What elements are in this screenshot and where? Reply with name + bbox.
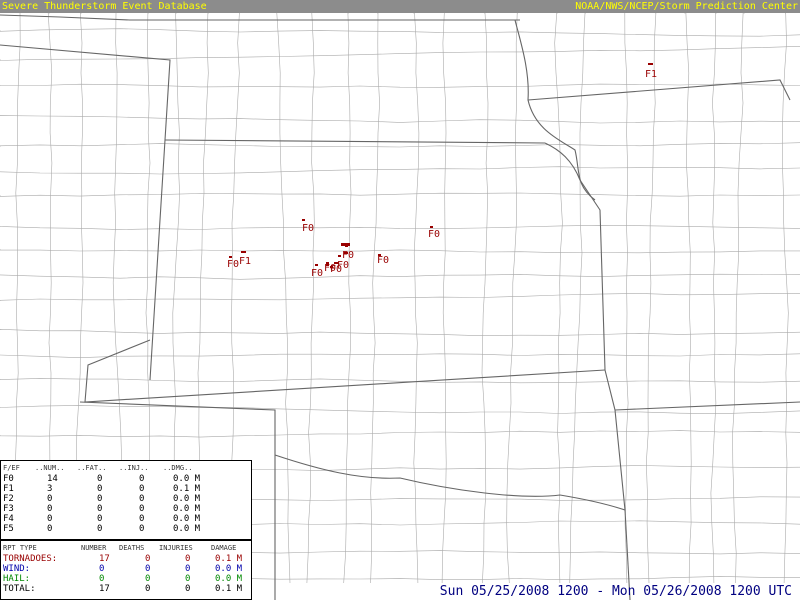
report-summary-table: RPT TYPE NUMBER DEATHS INJURIES DAMAGE T… <box>0 540 252 600</box>
stats-cell-inj: 0 <box>139 484 145 494</box>
summary-cell-type: TORNADOES: <box>3 554 58 564</box>
fujita-stats-table: F/EF ..NUM.. ..FAT.. ..INJ.. ..DMG.. F0 1… <box>0 460 252 540</box>
summary-cell-number: 0 <box>99 574 105 584</box>
tornado-track-mark <box>302 219 305 221</box>
summary-cell-injuries: 0 <box>185 574 191 584</box>
tornado-label: F0 <box>227 259 239 270</box>
tornado-track-mark <box>338 255 341 257</box>
tornado-track-mark <box>648 63 653 65</box>
summary-cell-injuries: 0 <box>185 584 191 594</box>
title-bar: Severe Thunderstorm Event Database NOAA/… <box>0 0 800 13</box>
summary-header-number: NUMBER <box>81 544 107 552</box>
stats-row: F3 0 0 0 0.0 M <box>1 504 251 514</box>
stats-cell-num: 0 <box>47 514 53 524</box>
stats-row: F1 3 0 0 0.1 M <box>1 484 251 494</box>
database-title: Severe Thunderstorm Event Database <box>2 1 207 12</box>
summary-cell-damage: 0.0 M <box>215 574 243 584</box>
summary-cell-type: HAIL: <box>3 574 31 584</box>
stats-cell-fat: 0 <box>97 494 103 504</box>
tornado-label: F1 <box>239 256 251 267</box>
summary-cell-type: TOTAL: <box>3 584 36 594</box>
stats-cell-dmg: 0.1 M <box>173 484 201 494</box>
stats-cell-fat: 0 <box>97 514 103 524</box>
summary-cell-injuries: 0 <box>185 554 191 564</box>
stats-cell-num: 0 <box>47 504 53 514</box>
stats-row: F4 0 0 0 0.0 M <box>1 514 251 524</box>
tornado-track-mark <box>430 226 433 228</box>
summary-header-deaths: DEATHS <box>119 544 145 552</box>
stats-cell-num: 3 <box>47 484 53 494</box>
stats-cell-fat: 0 <box>97 524 103 534</box>
summary-cell-deaths: 0 <box>145 574 151 584</box>
agency-title: NOAA/NWS/NCEP/Storm Prediction Center <box>575 1 798 12</box>
stats-cell-scale: F3 <box>3 504 14 514</box>
summary-cell-deaths: 0 <box>145 554 151 564</box>
tornado-label: F0 <box>377 255 389 266</box>
tornado-track-mark <box>241 251 246 253</box>
summary-cell-type: WIND: <box>3 564 31 574</box>
summary-header-injuries: INJURIES <box>159 544 193 552</box>
summary-cell-injuries: 0 <box>185 564 191 574</box>
stats-header-scale: F/EF <box>3 464 20 472</box>
stats-row: F2 0 0 0 0.0 M <box>1 494 251 504</box>
stats-row: F0 14 0 0 0.0 M <box>1 474 251 484</box>
summary-cell-damage: 0.1 M <box>215 554 243 564</box>
stats-cell-inj: 0 <box>139 524 145 534</box>
stats-header-fat: ..FAT.. <box>77 464 107 472</box>
summary-header-type: RPT TYPE <box>3 544 37 552</box>
summary-cell-damage: 0.0 M <box>215 564 243 574</box>
tornado-track-mark <box>315 264 318 266</box>
stats-cell-scale: F4 <box>3 514 14 524</box>
stats-cell-num: 14 <box>47 474 58 484</box>
stats-cell-fat: 0 <box>97 474 103 484</box>
stats-cell-num: 0 <box>47 494 53 504</box>
summary-row: TORNADOES: 17 0 0 0.1 M <box>1 554 251 564</box>
stats-cell-dmg: 0.0 M <box>173 514 201 524</box>
stats-cell-scale: F0 <box>3 474 14 484</box>
summary-row: TOTAL: 17 0 0 0.1 M <box>1 584 251 594</box>
stats-cell-scale: F2 <box>3 494 14 504</box>
stats-cell-inj: 0 <box>139 494 145 504</box>
stats-cell-inj: 0 <box>139 474 145 484</box>
stats-cell-scale: F1 <box>3 484 14 494</box>
stats-cell-inj: 0 <box>139 514 145 524</box>
summary-cell-number: 17 <box>99 554 110 564</box>
summary-header-row: RPT TYPE NUMBER DEATHS INJURIES DAMAGE <box>1 543 251 553</box>
tornado-label: F0 <box>302 223 314 234</box>
stats-header-row: F/EF ..NUM.. ..FAT.. ..INJ.. ..DMG.. <box>1 463 251 473</box>
stats-cell-fat: 0 <box>97 484 103 494</box>
stats-row: F5 0 0 0 0.0 M <box>1 524 251 534</box>
stats-cell-dmg: 0.0 M <box>173 524 201 534</box>
stats-header-num: ..NUM.. <box>35 464 65 472</box>
summary-row: WIND: 0 0 0 0.0 M <box>1 564 251 574</box>
tornado-track-mark <box>341 243 350 246</box>
stats-cell-scale: F5 <box>3 524 14 534</box>
summary-cell-number: 17 <box>99 584 110 594</box>
tornado-track-mark <box>229 256 232 258</box>
stats-cell-inj: 0 <box>139 504 145 514</box>
stats-header-dmg: ..DMG.. <box>163 464 193 472</box>
stats-cell-dmg: 0.0 M <box>173 494 201 504</box>
summary-cell-deaths: 0 <box>145 564 151 574</box>
stats-cell-num: 0 <box>47 524 53 534</box>
summary-cell-number: 0 <box>99 564 105 574</box>
summary-header-damage: DAMAGE <box>211 544 237 552</box>
tornado-label: F1 <box>645 69 657 80</box>
stats-cell-dmg: 0.0 M <box>173 474 201 484</box>
stats-cell-fat: 0 <box>97 504 103 514</box>
tornado-label: F0 <box>428 229 440 240</box>
stats-header-inj: ..INJ.. <box>119 464 149 472</box>
tornado-label: F0 <box>311 268 323 279</box>
summary-cell-deaths: 0 <box>145 584 151 594</box>
tornado-label: F0 <box>330 264 342 275</box>
summary-row: HAIL: 0 0 0 0.0 M <box>1 574 251 584</box>
date-range-label: Sun 05/25/2008 1200 - Mon 05/26/2008 120… <box>439 584 792 599</box>
summary-cell-damage: 0.1 M <box>215 584 243 594</box>
stats-cell-dmg: 0.0 M <box>173 504 201 514</box>
